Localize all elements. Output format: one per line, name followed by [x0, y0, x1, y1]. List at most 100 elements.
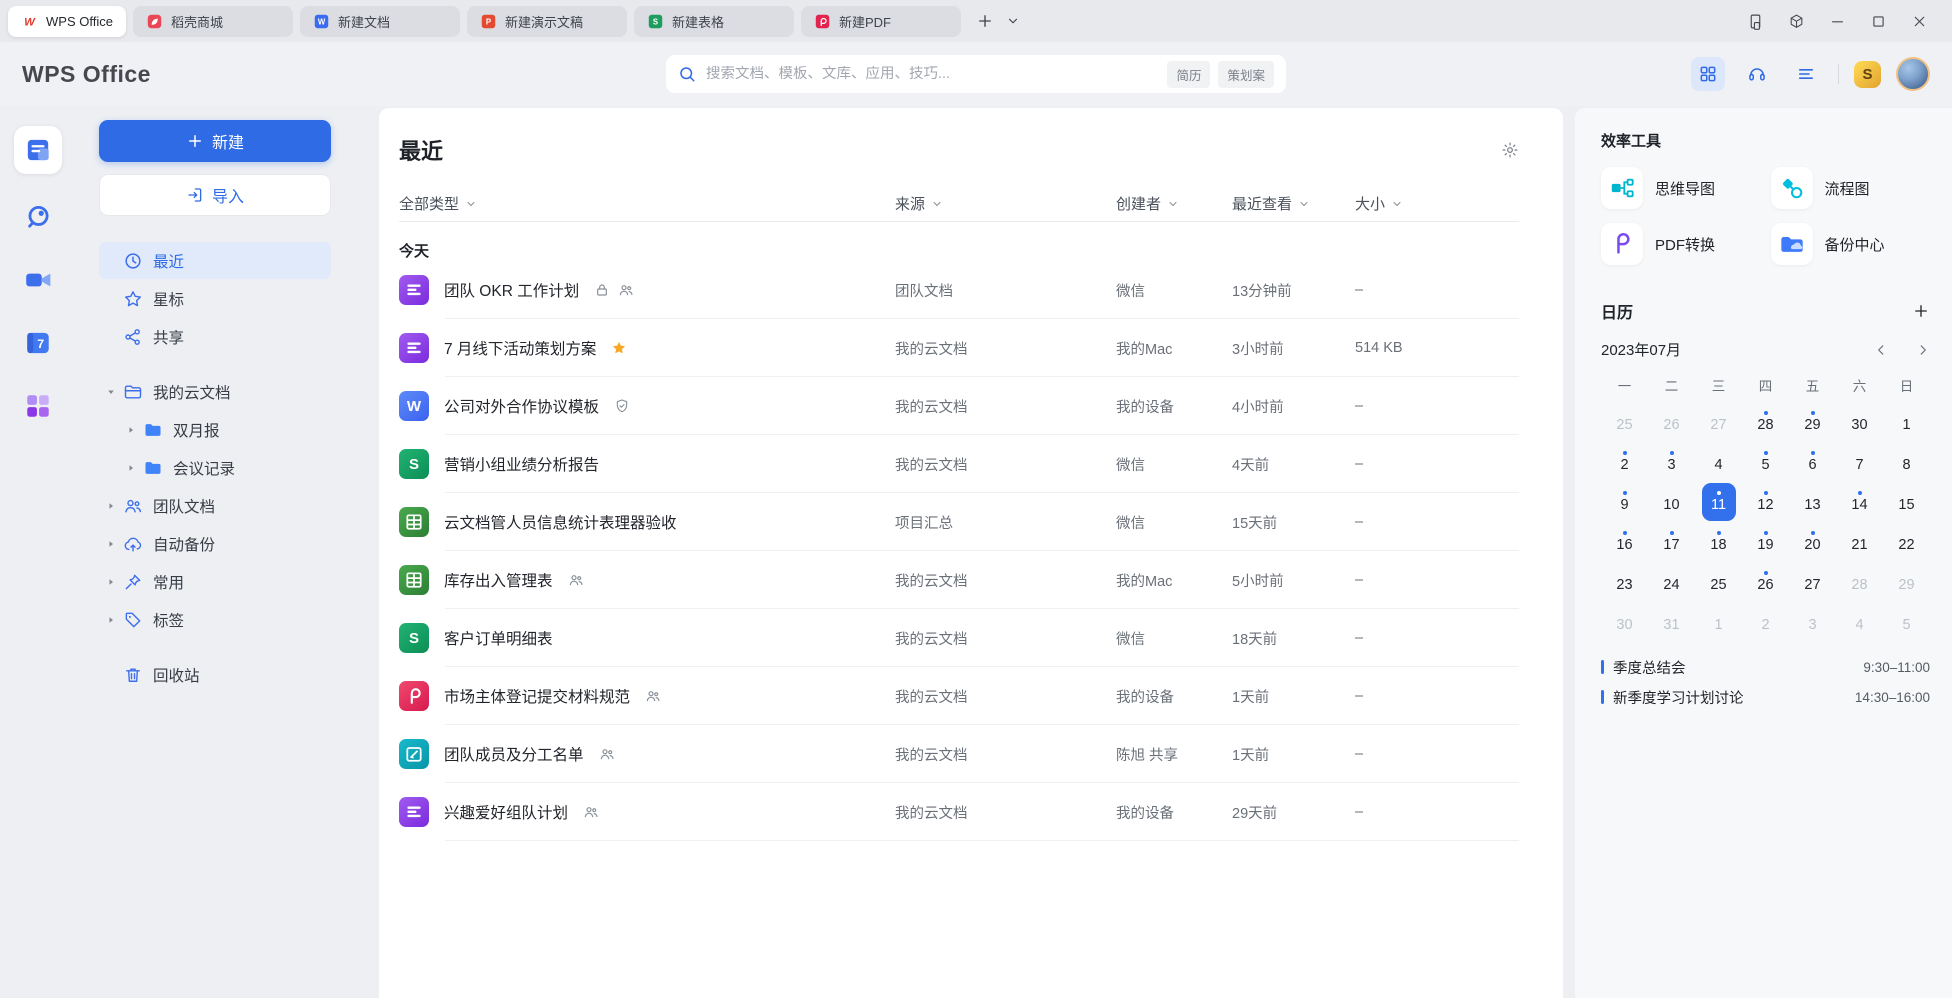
caret-right-icon[interactable]: [125, 462, 137, 474]
next-month-button[interactable]: [1916, 343, 1930, 357]
sidebar-item-trash[interactable]: 回收站: [99, 656, 331, 693]
support-button[interactable]: [1740, 57, 1774, 91]
calendar-day[interactable]: 4: [1836, 602, 1883, 642]
rail-item-calendar[interactable]: 7: [23, 328, 53, 363]
tab-item[interactable]: 新建PDF: [801, 6, 961, 37]
calendar-day[interactable]: 10: [1648, 482, 1695, 522]
calendar-day[interactable]: 4: [1695, 442, 1742, 482]
sidebar-item[interactable]: 共享: [99, 318, 331, 355]
calendar-day[interactable]: 25: [1601, 402, 1648, 442]
event-item[interactable]: 新季度学习计划讨论14:30–16:00: [1601, 682, 1930, 712]
event-item[interactable]: 季度总结会9:30–11:00: [1601, 652, 1930, 682]
tool-pdf-convert[interactable]: PDF转换: [1601, 223, 1761, 265]
calendar-day[interactable]: 20: [1789, 522, 1836, 562]
calendar-day[interactable]: 1: [1883, 402, 1930, 442]
caret-right-icon[interactable]: [105, 576, 117, 588]
calendar-day[interactable]: 14: [1836, 482, 1883, 522]
filter-size[interactable]: 大小: [1355, 193, 1519, 214]
calendar-day[interactable]: 3: [1789, 602, 1836, 642]
main-menu-button[interactable]: [1789, 57, 1823, 91]
close-button[interactable]: [1911, 13, 1928, 30]
file-row[interactable]: W公司对外合作协议模板我的云文档我的设备4小时前–: [399, 377, 1519, 435]
calendar-day[interactable]: 22: [1883, 522, 1930, 562]
sidebar-tree-item[interactable]: 我的云文档: [99, 373, 331, 410]
caret-right-icon[interactable]: [125, 424, 137, 436]
sidebar-tree-item[interactable]: 双月报: [99, 411, 331, 448]
calendar-day[interactable]: 28: [1742, 402, 1789, 442]
calendar-day[interactable]: 21: [1836, 522, 1883, 562]
tool-flowchart[interactable]: 流程图: [1771, 167, 1931, 209]
calendar-day[interactable]: 25: [1695, 562, 1742, 602]
tab-item[interactable]: S新建表格: [634, 6, 794, 37]
calendar-day[interactable]: 23: [1601, 562, 1648, 602]
new-tab-button[interactable]: [971, 7, 999, 35]
calendar-day[interactable]: 13: [1789, 482, 1836, 522]
minimize-button[interactable]: [1829, 13, 1846, 30]
calendar-day[interactable]: 1: [1695, 602, 1742, 642]
caret-right-icon[interactable]: [105, 614, 117, 626]
file-row[interactable]: 云文档管人员信息统计表理器验收项目汇总微信15天前–: [399, 493, 1519, 551]
calendar-day[interactable]: 18: [1695, 522, 1742, 562]
new-document-button[interactable]: 新建: [99, 120, 331, 162]
calendar-day[interactable]: 30: [1601, 602, 1648, 642]
calendar-day[interactable]: 24: [1648, 562, 1695, 602]
tab-item[interactable]: W新建文档: [300, 6, 460, 37]
apps-grid-button[interactable]: [1691, 57, 1725, 91]
rail-item-apps[interactable]: [23, 391, 53, 426]
search-tag[interactable]: 简历: [1167, 61, 1210, 88]
calendar-day[interactable]: 12: [1742, 482, 1789, 522]
calendar-day[interactable]: 11: [1695, 482, 1742, 522]
rail-item-chat[interactable]: [23, 202, 53, 237]
caret-right-icon[interactable]: [105, 500, 117, 512]
sidebar-tree-item[interactable]: 会议记录: [99, 449, 331, 486]
calendar-day[interactable]: 19: [1742, 522, 1789, 562]
calendar-day[interactable]: 16: [1601, 522, 1648, 562]
file-row[interactable]: 团队 OKR 工作计划团队文档微信13分钟前–: [399, 261, 1519, 319]
prev-month-button[interactable]: [1874, 343, 1888, 357]
calendar-day[interactable]: 7: [1836, 442, 1883, 482]
tab-list-dropdown[interactable]: [999, 7, 1027, 35]
sidebar-tree-item[interactable]: 团队文档: [99, 487, 331, 524]
calendar-day[interactable]: 28: [1836, 562, 1883, 602]
vip-badge[interactable]: S: [1854, 61, 1881, 88]
sidebar-tree-item[interactable]: 标签: [99, 601, 331, 638]
caret-down-icon[interactable]: [105, 386, 117, 398]
file-row[interactable]: S营销小组业绩分析报告我的云文档微信4天前–: [399, 435, 1519, 493]
caret-right-icon[interactable]: [105, 538, 117, 550]
search-tag[interactable]: 策划案: [1218, 61, 1274, 88]
calendar-day[interactable]: 29: [1883, 562, 1930, 602]
calendar-day[interactable]: 26: [1648, 402, 1695, 442]
device-button[interactable]: [1747, 13, 1764, 30]
tab-item[interactable]: P新建演示文稿: [467, 6, 627, 37]
calendar-day[interactable]: 30: [1836, 402, 1883, 442]
calendar-day[interactable]: 2: [1742, 602, 1789, 642]
calendar-day[interactable]: 17: [1648, 522, 1695, 562]
rail-item-docs[interactable]: [14, 126, 62, 174]
sidebar-tree-item[interactable]: 自动备份: [99, 525, 331, 562]
import-button[interactable]: 导入: [99, 174, 331, 216]
filter-viewed[interactable]: 最近查看: [1232, 193, 1355, 214]
filter-creator[interactable]: 创建者: [1116, 193, 1232, 214]
file-row[interactable]: 市场主体登记提交材料规范我的云文档我的设备1天前–: [399, 667, 1519, 725]
sidebar-tree-item[interactable]: 常用: [99, 563, 331, 600]
search-input[interactable]: [706, 66, 1157, 82]
tool-backup[interactable]: 备份中心: [1771, 223, 1931, 265]
tab-item[interactable]: WWPS Office: [8, 6, 126, 37]
rail-item-meeting[interactable]: [23, 265, 53, 300]
file-row[interactable]: 兴趣爱好组队计划我的云文档我的设备29天前–: [399, 783, 1519, 841]
maximize-button[interactable]: [1870, 13, 1887, 30]
filter-source[interactable]: 来源: [895, 193, 1116, 214]
calendar-day[interactable]: 2: [1601, 442, 1648, 482]
calendar-day[interactable]: 3: [1648, 442, 1695, 482]
calendar-day[interactable]: 9: [1601, 482, 1648, 522]
calendar-day[interactable]: 27: [1789, 562, 1836, 602]
add-event-button[interactable]: [1912, 302, 1930, 320]
file-row[interactable]: 7 月线下活动策划方案我的云文档我的Mac3小时前514 KB: [399, 319, 1519, 377]
calendar-day[interactable]: 6: [1789, 442, 1836, 482]
sidebar-item[interactable]: 最近: [99, 242, 331, 279]
sidebar-item[interactable]: 星标: [99, 280, 331, 317]
tab-item[interactable]: 稻壳商城: [133, 6, 293, 37]
filter-type[interactable]: 全部类型: [399, 193, 895, 214]
calendar-day[interactable]: 8: [1883, 442, 1930, 482]
settings-gear-icon[interactable]: [1501, 141, 1519, 159]
